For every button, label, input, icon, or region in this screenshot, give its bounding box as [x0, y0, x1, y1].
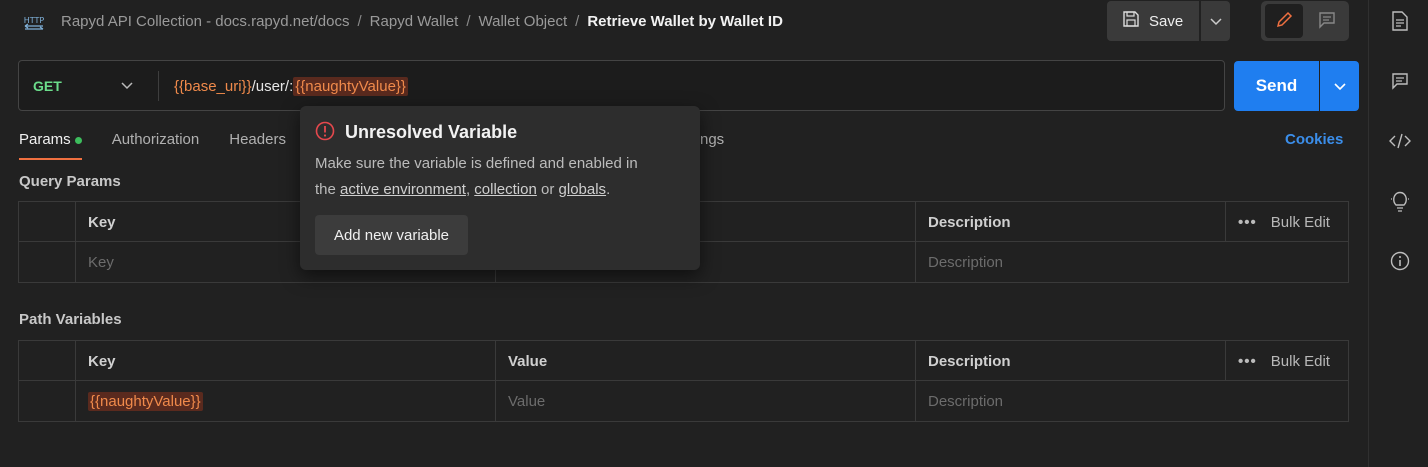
checkbox-column: [19, 341, 75, 381]
key-column-header: Key: [75, 341, 495, 381]
key-cell[interactable]: {{naughtyValue}}: [75, 381, 495, 421]
edit-mode-button[interactable]: [1265, 4, 1303, 38]
active-environment-link[interactable]: active environment: [340, 181, 466, 198]
query-params-title: Query Params: [19, 173, 121, 190]
collection-link[interactable]: collection: [474, 181, 537, 198]
url-input[interactable]: {{base_uri}} /user/: {{naughtyValue}}: [174, 77, 408, 96]
globals-link[interactable]: globals: [559, 181, 607, 198]
url-base-variable: {{base_uri}}: [174, 78, 252, 95]
popover-text: the: [315, 181, 336, 198]
right-sidebar: [1368, 0, 1428, 467]
breadcrumb-folder[interactable]: Rapyd Wallet: [370, 13, 459, 30]
popover-or: or: [541, 181, 555, 198]
save-icon: [1122, 10, 1140, 32]
tab-settings[interactable]: ngs: [700, 131, 724, 148]
comment-mode-button[interactable]: [1309, 4, 1345, 38]
tab-params-label: Params: [19, 131, 71, 148]
breadcrumb-separator: /: [357, 13, 362, 30]
http-request-icon: HTTP: [22, 12, 46, 32]
breadcrumb-subfolder[interactable]: Wallet Object: [479, 13, 568, 30]
send-options-button[interactable]: [1320, 61, 1359, 111]
save-options-button[interactable]: [1201, 1, 1230, 41]
send-button[interactable]: Send: [1234, 61, 1319, 111]
save-label: Save: [1149, 12, 1184, 30]
comment-icon: [1318, 11, 1336, 32]
path-variables-table: Key Value Description ••• Bulk Edit {{na…: [18, 340, 1349, 422]
divider: [158, 71, 159, 101]
table-row: {{naughtyValue}} Value Description: [19, 381, 1348, 421]
description-input[interactable]: Description: [915, 381, 1349, 421]
popover-text-line: Make sure the variable is defined and en…: [315, 155, 638, 172]
documentation-icon[interactable]: [1389, 10, 1411, 32]
popover-period: .: [606, 181, 611, 198]
value-column-header: Value: [495, 341, 915, 381]
tab-authorization[interactable]: Authorization: [112, 131, 200, 161]
row-checkbox-cell: [19, 381, 75, 421]
description-input[interactable]: Description: [915, 242, 1349, 282]
bulk-edit-button[interactable]: Bulk Edit: [1271, 214, 1330, 231]
chevron-down-icon: [1333, 78, 1346, 94]
method-label: GET: [33, 77, 62, 94]
bulk-edit-button[interactable]: Bulk Edit: [1271, 353, 1330, 370]
breadcrumb: Rapyd API Collection - docs.rapyd.net/do…: [61, 13, 783, 30]
path-variables-title: Path Variables: [19, 311, 122, 328]
more-options-icon[interactable]: •••: [1238, 353, 1257, 370]
unresolved-variable-popover: Unresolved Variable Make sure the variab…: [300, 106, 700, 270]
svg-text:HTTP: HTTP: [24, 16, 45, 25]
chevron-down-icon[interactable]: [121, 77, 133, 93]
send-label: Send: [1255, 76, 1298, 95]
view-mode-toggle: [1261, 1, 1349, 41]
checkbox-column: [19, 202, 75, 242]
bulk-edit-control: ••• Bulk Edit: [1225, 341, 1349, 381]
path-variable-key: {{naughtyValue}}: [88, 391, 203, 411]
value-input[interactable]: Value: [495, 381, 915, 421]
tab-params[interactable]: Params: [19, 131, 82, 161]
add-new-variable-button[interactable]: Add new variable: [315, 215, 468, 255]
lightbulb-icon[interactable]: [1389, 190, 1411, 212]
url-path: /user/:: [251, 78, 294, 95]
bulk-edit-control: ••• Bulk Edit: [1225, 202, 1349, 242]
method-select[interactable]: GET: [19, 61, 159, 110]
status-dot: [74, 136, 82, 144]
request-header: HTTP Rapyd API Collection - docs.rapyd.n…: [0, 0, 1368, 44]
more-options-icon[interactable]: •••: [1238, 214, 1257, 231]
pencil-icon: [1275, 11, 1293, 32]
chevron-down-icon: [1209, 13, 1222, 29]
request-title[interactable]: Retrieve Wallet by Wallet ID: [587, 13, 783, 30]
row-checkbox-cell: [19, 242, 75, 282]
description-column-header: Description: [915, 341, 1225, 381]
description-column-header: Description: [915, 202, 1225, 242]
url-bar: GET {{base_uri}} /user/: {{naughtyValue}…: [18, 60, 1225, 111]
breadcrumb-collection[interactable]: Rapyd API Collection - docs.rapyd.net/do…: [61, 13, 350, 30]
popover-message: Make sure the variable is defined and en…: [315, 151, 685, 203]
popover-comma: ,: [465, 181, 471, 198]
code-icon[interactable]: [1389, 130, 1411, 152]
request-tabs: Params Authorization Headers: [19, 131, 316, 161]
popover-title: Unresolved Variable: [345, 122, 518, 142]
tab-headers[interactable]: Headers: [229, 131, 286, 161]
info-icon[interactable]: [1389, 250, 1411, 272]
table-header-row: Key Value Description ••• Bulk Edit: [19, 341, 1348, 381]
comments-icon[interactable]: [1389, 70, 1411, 92]
url-unresolved-variable[interactable]: {{naughtyValue}}: [293, 77, 408, 96]
breadcrumb-separator: /: [466, 13, 471, 30]
save-button[interactable]: Save: [1107, 1, 1199, 41]
error-icon: [315, 121, 335, 141]
cookies-link[interactable]: Cookies: [1285, 131, 1343, 148]
breadcrumb-separator: /: [575, 13, 580, 30]
